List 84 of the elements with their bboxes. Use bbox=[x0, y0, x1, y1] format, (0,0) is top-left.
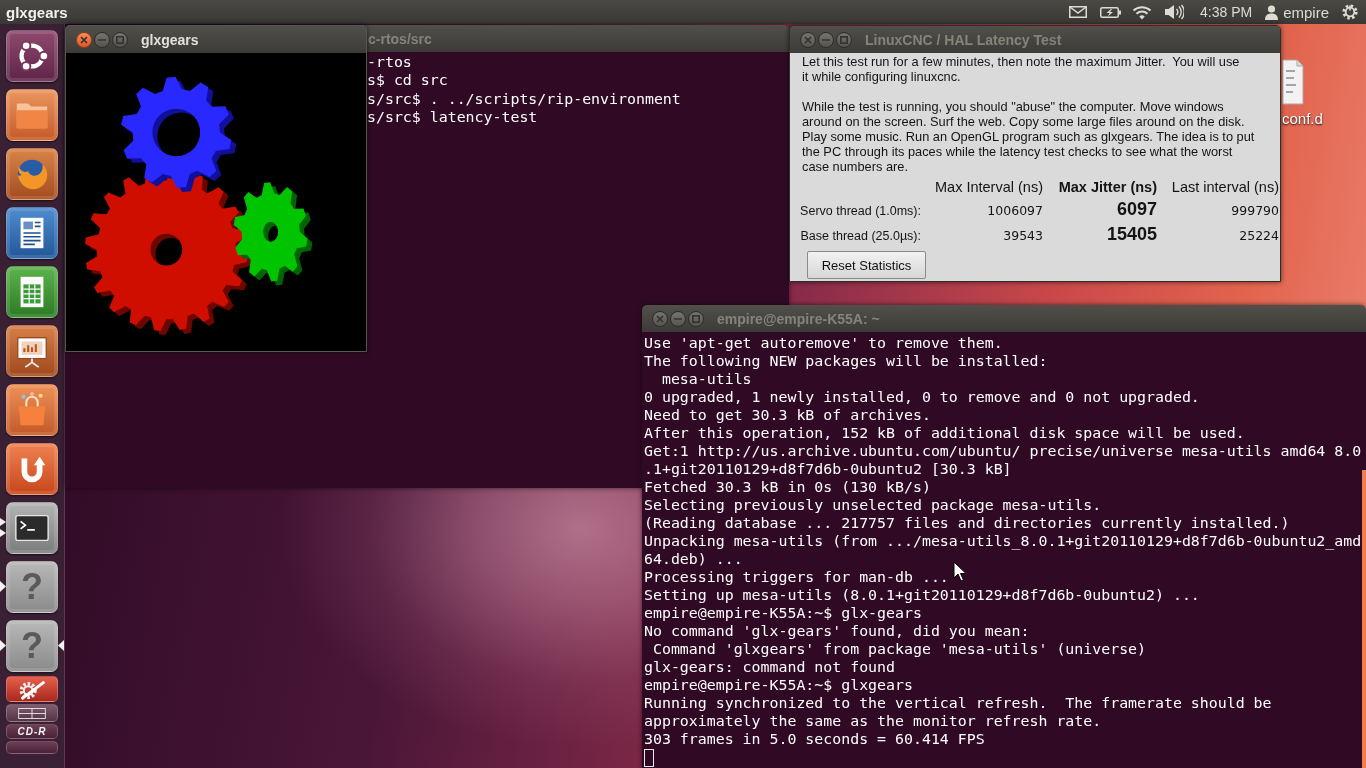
maximize-icon bbox=[692, 314, 700, 323]
terminal-line: glx-gears: command not found bbox=[644, 658, 896, 676]
launcher-item[interactable]: CD-R bbox=[6, 724, 58, 739]
terminal-line: Command 'glxgears' from package 'mesa-utils' (universe) bbox=[651, 640, 1147, 658]
terminal-line: Selecting previously unselected package mesa-utils. bbox=[644, 496, 1102, 514]
terminal-line: Need to get 30.3 kB of archives. bbox=[644, 406, 931, 424]
row-label: Base thread (25.0µs): bbox=[799, 229, 921, 243]
terminal-line: 0 upgraded, 1 newly installed, 0 to remove and 0 not upgraded. bbox=[644, 388, 1200, 406]
terminal-line: The following NEW packages will be installed: bbox=[644, 352, 1048, 370]
window-title: glxgears bbox=[141, 31, 199, 48]
close-button[interactable] bbox=[652, 310, 668, 327]
maximize-button[interactable] bbox=[836, 31, 852, 48]
launcher-item[interactable] bbox=[6, 676, 58, 702]
column-header: Max Jitter (ns) bbox=[1057, 179, 1157, 195]
maximize-button[interactable] bbox=[688, 310, 704, 327]
launcher-item[interactable] bbox=[6, 207, 58, 259]
block-cursor-icon bbox=[644, 749, 654, 767]
terminal-line: empire@empire-K55A:~$ glx-gears bbox=[644, 604, 922, 622]
instruction-text: While the test is running, you should "abuse" the computer. Move windows around on the screen. Surf the web. Copy some large files around on the disk. Play some music. Run an OpenGL program such as glxgears. The idea is to put the PC through its paces while the latency test checks to see what the worst case numbers are. bbox=[802, 99, 1256, 174]
wifi-icon[interactable] bbox=[1132, 4, 1152, 20]
minimize-icon bbox=[822, 38, 830, 41]
table-cell-text: 25224 bbox=[1238, 228, 1279, 243]
terminal-line: Running synchronized to the vertical refresh. The framerate should be bbox=[644, 694, 1272, 712]
scrollbar-thumb[interactable] bbox=[1362, 470, 1366, 768]
terminal-line: Processing triggers for man-db ... bbox=[644, 568, 949, 586]
active-window-title: glxgears bbox=[6, 3, 68, 21]
column-header: Max Interval (ns) bbox=[934, 179, 1043, 195]
launcher-item[interactable] bbox=[6, 325, 58, 377]
minimize-icon bbox=[98, 38, 106, 41]
grid-icon bbox=[18, 707, 46, 719]
launcher-item[interactable] bbox=[6, 266, 58, 318]
terminal-line: Setting up mesa-utils (8.0.1+git20110129+d8f7d6b-0ubuntu2) ... bbox=[644, 586, 1200, 604]
minimize-button[interactable] bbox=[94, 31, 110, 48]
close-button[interactable] bbox=[76, 31, 92, 48]
row-label: Servo thread (1.0ms): bbox=[799, 204, 921, 218]
file-icon[interactable] bbox=[1282, 59, 1304, 105]
user-icon[interactable] bbox=[1265, 4, 1279, 20]
terminal-line: Use 'apt-get autoremove' to remove them. bbox=[644, 334, 1003, 352]
maximize-icon bbox=[116, 35, 124, 44]
minimize-button[interactable] bbox=[818, 31, 834, 48]
window-title: c-rtos/src bbox=[368, 30, 432, 47]
table-cell-text: 39543 bbox=[1002, 228, 1043, 243]
terminal-line: approximately the same as the monitor refresh rate. bbox=[644, 712, 1102, 730]
terminal-line: After this operation, 152 kB of additional disk space will be used. bbox=[644, 424, 1245, 442]
reset-statistics-button[interactable]: Reset Statistics bbox=[807, 251, 926, 279]
clock[interactable]: 4:38 PM bbox=[1200, 4, 1253, 20]
maximize-button[interactable] bbox=[112, 31, 128, 48]
terminal-line: s/src$ latency-test bbox=[367, 107, 538, 127]
terminal-line: Fetched 30.3 kB in 0s (130 kB/s) bbox=[644, 478, 931, 496]
terminal-line: Get:1 http://us.archive.ubuntu.com/ubuntu/ precise/universe mesa-utils amd64 8.0 bbox=[644, 442, 1362, 460]
column-header: Last interval (ns) bbox=[1170, 179, 1279, 195]
battery-icon[interactable] bbox=[1100, 6, 1121, 18]
window-title: empire@empire-K55A: ~ bbox=[717, 310, 880, 327]
terminal-line: -rtos bbox=[367, 53, 412, 72]
close-button[interactable] bbox=[800, 31, 816, 48]
terminal-line: .1+git20110129+d8f7d6b-0ubuntu2 [30.3 kB] bbox=[644, 460, 1012, 478]
terminal-line: s/src$ . ../scripts/rip-environment bbox=[367, 89, 681, 108]
launcher-item[interactable] bbox=[6, 704, 58, 722]
terminal-line: 64.deb) ... bbox=[644, 550, 743, 568]
volume-icon[interactable] bbox=[1164, 4, 1184, 20]
instruction-text: Let this test run for a few minutes, then note the maximum Jitter. You will use it while configuring linuxcnc. bbox=[802, 54, 1241, 84]
table-cell-text: 999790 bbox=[1230, 203, 1279, 218]
gear-icon[interactable] bbox=[1342, 4, 1358, 20]
table-cell-text: 6097 bbox=[1115, 199, 1157, 220]
window-title: LinuxCNC / HAL Latency Test bbox=[865, 31, 1062, 48]
terminal-line: 303 frames in 5.0 seconds = 60.414 FPS bbox=[644, 730, 985, 748]
terminal-line: No command 'glx-gears' found, did you mean: bbox=[644, 622, 1030, 640]
minimize-button[interactable] bbox=[670, 310, 686, 327]
close-icon bbox=[656, 314, 664, 323]
terminal-line: empire@empire-K55A:~$ glxgears bbox=[644, 676, 913, 694]
close-icon bbox=[80, 35, 88, 44]
close-icon bbox=[804, 35, 812, 44]
launcher-item[interactable] bbox=[6, 502, 58, 554]
terminal-line: (Reading database ... 217757 files and directories currently installed.) bbox=[644, 514, 1290, 532]
table-cell-text: 15405 bbox=[1105, 224, 1157, 245]
terminal-line: Unpacking mesa-utils (from .../mesa-utils_8.0.1+git20110129+d8f7d6b-0ubuntu2_amd bbox=[644, 532, 1362, 550]
mail-icon[interactable] bbox=[1069, 6, 1087, 18]
user-name[interactable]: empire bbox=[1283, 3, 1329, 21]
table-cell-text: 1006097 bbox=[986, 203, 1043, 218]
terminal-line: mesa-utils bbox=[660, 370, 752, 388]
maximize-icon bbox=[840, 35, 848, 44]
terminal-line: s$ cd src bbox=[367, 71, 448, 90]
launcher-item[interactable] bbox=[6, 30, 58, 82]
mouse-pointer-icon bbox=[953, 561, 966, 582]
